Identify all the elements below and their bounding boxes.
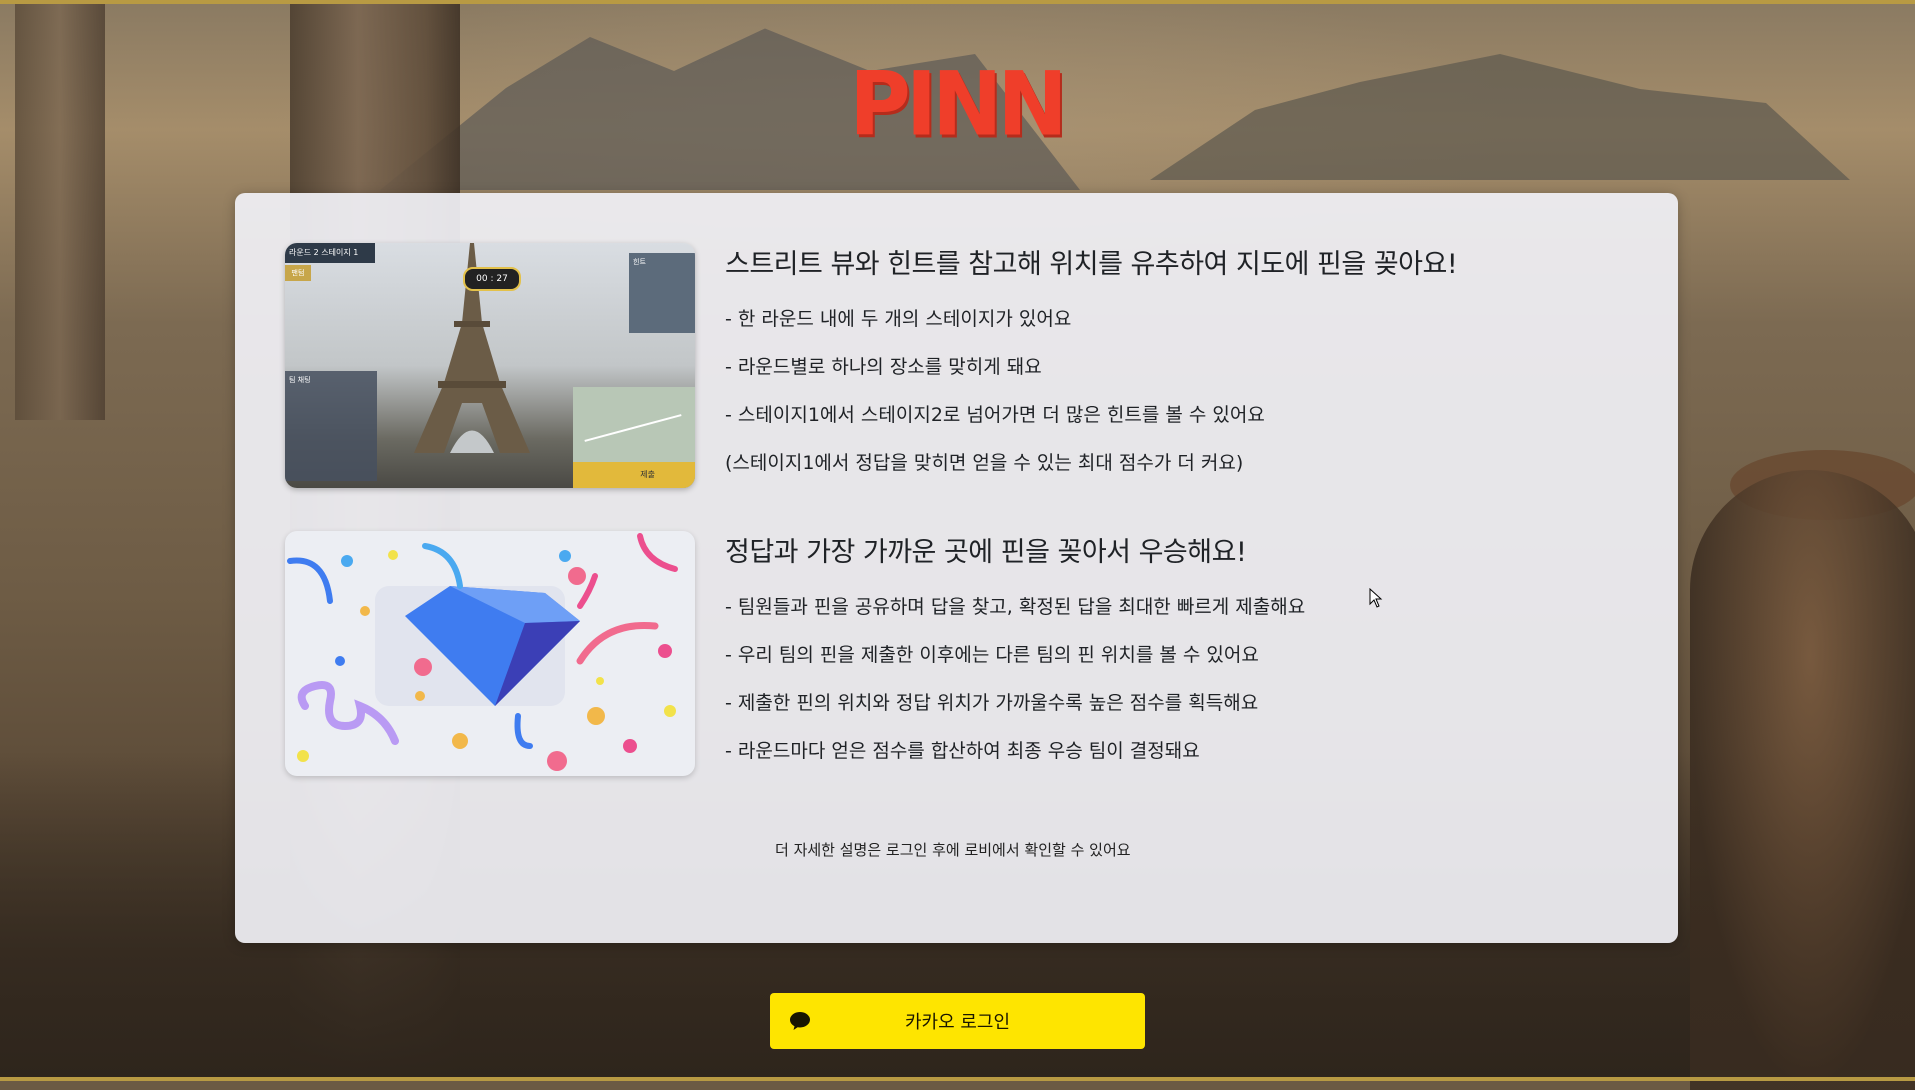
mouse-cursor-icon: [1369, 588, 1383, 608]
login-note: 더 자세한 설명은 로그인 후에 로비에서 확인할 수 있어요: [775, 841, 1131, 859]
frame-bottom: [0, 1077, 1915, 1081]
frame-top: [0, 0, 1915, 4]
team-chat-title: 팀 채팅: [289, 376, 311, 384]
section2-line: - 팀원들과 핀을 공유하며 답을 찾고, 확정된 답을 최대한 빠르게 제출해…: [725, 596, 1306, 618]
section1-title: 스트리트 뷰와 힌트를 참고해 위치를 유추하여 지도에 핀을 꽂아요!: [725, 249, 1458, 280]
team-chat-panel: 팀 채팅: [285, 371, 377, 481]
section-pin-guess: 스트리트 뷰와 힌트를 참고해 위치를 유추하여 지도에 핀을 꽂아요! - 한…: [725, 245, 1458, 487]
app-logo: PINN: [849, 52, 1067, 156]
team-label: 팬텀: [285, 265, 311, 281]
submit-bar: 제출: [573, 462, 695, 488]
section2-title: 정답과 가장 가까운 곳에 핀을 꽂아서 우승해요!: [725, 537, 1247, 568]
section2-line: - 라운드마다 얻은 점수를 합산하여 최종 우승 팀이 결정돼요: [725, 740, 1200, 762]
chat-bubble-icon: [790, 1012, 810, 1030]
section2-line: - 우리 팀의 핀을 제출한 이후에는 다른 팀의 핀 위치를 볼 수 있어요: [725, 644, 1259, 666]
hint-panel: 힌트: [629, 253, 695, 333]
diamond-confetti-icon: [287, 533, 678, 771]
intro-card: 라운드 2 스테이지 1 팬텀 00 : 27 힌트 팀 채팅 제출 스트리트 …: [235, 193, 1678, 943]
section1-line: - 라운드별로 하나의 장소를 맞히게 돼요: [725, 356, 1042, 378]
timer: 00 : 27: [463, 267, 521, 291]
section1-line: (스테이지1에서 정답을 맞히면 얻을 수 있는 최대 점수가 더 커요): [725, 452, 1244, 474]
gameplay-screenshot: 라운드 2 스테이지 1 팬텀 00 : 27 힌트 팀 채팅 제출: [285, 243, 695, 488]
section2-line: - 제출한 핀의 위치와 정답 위치가 가까울수록 높은 점수를 획득해요: [725, 692, 1259, 714]
round-label: 라운드 2 스테이지 1: [285, 243, 375, 263]
section1-line: - 스테이지1에서 스테이지2로 넘어가면 더 많은 힌트를 볼 수 있어요: [725, 404, 1265, 426]
section1-line: - 한 라운드 내에 두 개의 스테이지가 있어요: [725, 308, 1072, 330]
celebration-illustration: [285, 531, 695, 776]
kakao-login-label: 카카오 로그인: [904, 1012, 1011, 1033]
kakao-login-button[interactable]: 카카오 로그인: [770, 993, 1145, 1049]
hint-title: 힌트: [633, 258, 646, 266]
section-win: 정답과 가장 가까운 곳에 핀을 꽂아서 우승해요! - 팀원들과 핀을 공유하…: [725, 533, 1305, 775]
